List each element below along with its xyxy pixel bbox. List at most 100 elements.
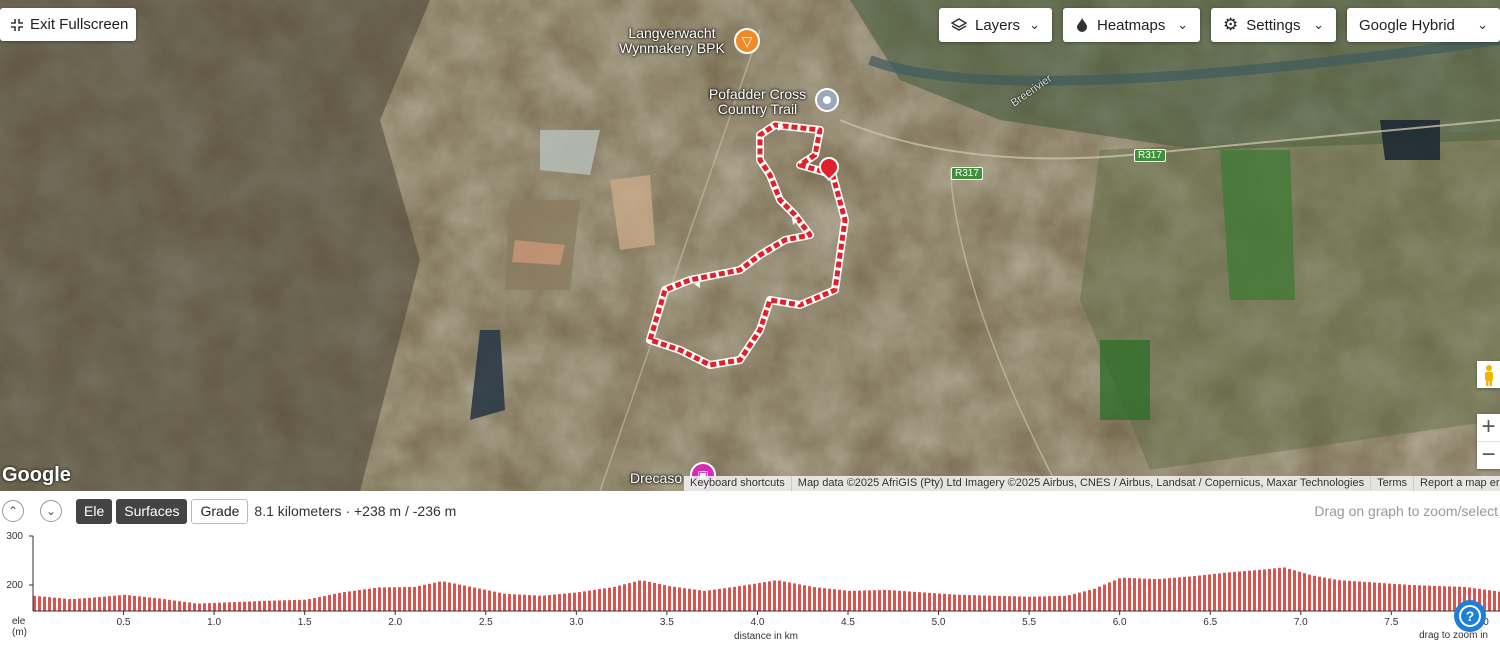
elevation-bar [238, 601, 241, 611]
heatmaps-button[interactable]: Heatmaps ⌄ [1063, 8, 1200, 42]
elevation-toolbar: ⌃ ⌄ Ele Surfaces Grade 8.1 kilometers · … [0, 495, 1500, 527]
heatmaps-label: Heatmaps [1097, 16, 1166, 34]
elevation-bar [1138, 578, 1141, 611]
elevation-bar [443, 581, 446, 611]
elevation-bar [593, 589, 596, 611]
elevation-bar [1383, 583, 1386, 611]
poi-label-lodging[interactable]: Drecaso [630, 471, 690, 486]
elevation-bar [518, 594, 521, 611]
collapse-down-button[interactable]: ⌄ [40, 500, 62, 522]
zoom-in-button[interactable]: + [1477, 414, 1500, 441]
elevation-bar [1338, 580, 1341, 611]
poi-label-trail[interactable]: Pofadder Cross Country Trail [700, 87, 815, 117]
elevation-bar [1358, 581, 1361, 611]
winery-icon[interactable]: ▽ [734, 28, 760, 54]
map-view[interactable]: Exit Fullscreen Layers ⌄ Heatmaps ⌄ ⚙ Se… [0, 0, 1500, 491]
elevation-bar [703, 590, 706, 611]
map-data-text: Map data ©2025 AfriGIS (Pty) Ltd Imagery… [790, 476, 1370, 491]
elevation-bars [33, 567, 1500, 611]
y-ticks: 200 300 [6, 531, 33, 591]
elevation-bar [318, 596, 321, 611]
elevation-bar [1283, 567, 1286, 611]
elevation-bar [978, 595, 981, 611]
elevation-bar [1113, 580, 1116, 611]
elevation-bar [1018, 596, 1021, 611]
elevation-bar [1013, 596, 1016, 611]
elevation-bar [818, 587, 821, 611]
settings-button[interactable]: ⚙ Settings ⌄ [1211, 8, 1336, 42]
elevation-bar [1278, 567, 1281, 611]
elevation-bar [468, 586, 471, 611]
elevation-bar [128, 595, 131, 611]
elevation-bar [1188, 576, 1191, 611]
keyboard-shortcuts-link[interactable]: Keyboard shortcuts [684, 476, 791, 491]
elevation-bar [353, 590, 356, 611]
elevation-bar [1343, 580, 1346, 611]
tab-surfaces[interactable]: Surfaces [116, 498, 188, 524]
x-tick-label: 3.5 [660, 617, 674, 628]
elevation-bar [628, 583, 631, 611]
road-label: R317 [951, 167, 983, 180]
elevation-bar [453, 583, 456, 611]
terms-link[interactable]: Terms [1370, 476, 1413, 491]
elevation-bar [698, 590, 701, 611]
collapse-up-button[interactable]: ⌃ [2, 500, 24, 522]
elevation-bar [668, 586, 671, 611]
elevation-bar [758, 582, 761, 611]
elevation-bar [1388, 583, 1391, 611]
map-type-select[interactable]: Google Hybrid ⌄ [1347, 8, 1500, 42]
tab-grade[interactable]: Grade [191, 498, 249, 524]
elevation-bar [1318, 576, 1321, 611]
x-tick-label: 1.5 [298, 617, 312, 628]
elevation-bar [583, 591, 586, 611]
elevation-bar [1438, 586, 1441, 611]
elevation-bar [473, 587, 476, 611]
elevation-bar [928, 592, 931, 611]
elevation-bar [503, 593, 506, 611]
elevation-bar [1083, 591, 1086, 611]
help-button[interactable]: ? [1454, 600, 1486, 632]
google-logo[interactable]: Google [2, 464, 71, 487]
street-view-pegman-button[interactable] [1477, 361, 1500, 388]
elevation-bar [1128, 577, 1131, 611]
elevation-chart[interactable]: 200 300 0.5 1.0 1.5 2.0 2.5 3.0 3.5 4.0 4.5 5.0 5.5… [0, 527, 1500, 654]
elevation-bar [558, 594, 561, 611]
elevation-bar [898, 590, 901, 611]
poi-label-winery[interactable]: Langverwacht Wynmakery BPK [612, 26, 732, 56]
gear-icon: ⚙ [1223, 15, 1239, 34]
exit-fullscreen-button[interactable]: Exit Fullscreen [0, 8, 136, 41]
elevation-bar [833, 589, 836, 611]
elevation-bar [943, 593, 946, 611]
elevation-bar [88, 597, 91, 611]
elevation-bar [118, 595, 121, 611]
elevation-bar [408, 587, 411, 611]
elevation-bar [1038, 596, 1041, 611]
trail-pin-icon[interactable] [815, 88, 839, 112]
elevation-bar [803, 585, 806, 611]
layers-button[interactable]: Layers ⌄ [939, 8, 1052, 42]
elevation-bar [893, 590, 896, 611]
x-tick-label: 3.0 [569, 617, 583, 628]
tab-ele[interactable]: Ele [76, 498, 113, 524]
elevation-bar [438, 581, 441, 611]
elevation-bar [43, 596, 46, 611]
elevation-bar [498, 592, 501, 611]
elevation-bar [563, 593, 566, 611]
elevation-bar [1268, 568, 1271, 611]
x-tick-label: 7.0 [1294, 617, 1308, 628]
report-error-link[interactable]: Report a map erro [1413, 476, 1500, 491]
elevation-bar [673, 586, 676, 611]
elevation-bar [823, 588, 826, 611]
elevation-bar [613, 586, 616, 611]
elevation-bar [228, 602, 231, 611]
elevation-bar [783, 581, 786, 611]
elevation-bar [1023, 596, 1026, 611]
zoom-out-button[interactable]: − [1477, 441, 1500, 469]
elevation-bar [183, 601, 186, 611]
elevation-bar [223, 602, 226, 611]
elevation-bar [208, 603, 211, 611]
elevation-bar [293, 600, 296, 611]
elevation-bar [843, 590, 846, 611]
chevron-up-icon: ⌃ [7, 504, 19, 518]
elevation-bar [523, 594, 526, 611]
